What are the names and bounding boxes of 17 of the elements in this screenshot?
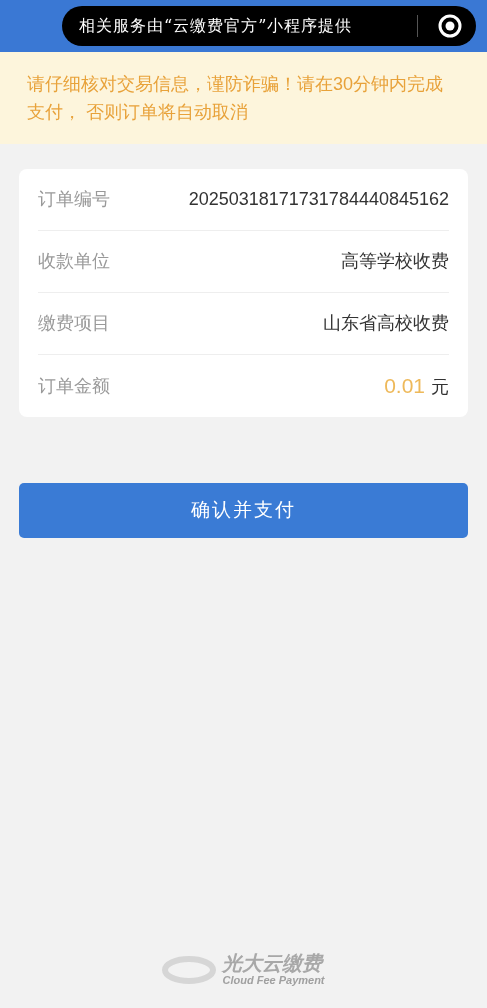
warning-notice: 请仔细核对交易信息，谨防诈骗！请在30分钟内完成支付， 否则订单将自动取消 [27,73,445,124]
brand-tagline: Cloud Fee Payment [222,975,325,986]
brand-name: 光大云缴费 [222,953,325,973]
field-label: 收款单位 [38,250,110,273]
field-label: 订单编号 [38,188,110,211]
field-label: 订单金额 [38,374,110,398]
confirm-pay-button[interactable]: 确认并支付 [19,483,468,538]
cloud-logo-icon [162,954,217,985]
record-icon[interactable] [438,14,462,38]
capsule-text: 相关服务由“云缴费官方”小程序提供 [79,15,353,37]
field-label: 缴费项目 [38,312,110,335]
amount-value: 0.01 [384,373,425,400]
field-value: 山东省高校收费 [323,312,449,335]
field-value: 20250318171731784440845162 [188,188,449,211]
currency-unit: 元 [431,376,449,400]
field-value: 高等学校收费 [341,250,449,273]
service-capsule[interactable]: 相关服务由“云缴费官方”小程序提供 [62,6,476,46]
